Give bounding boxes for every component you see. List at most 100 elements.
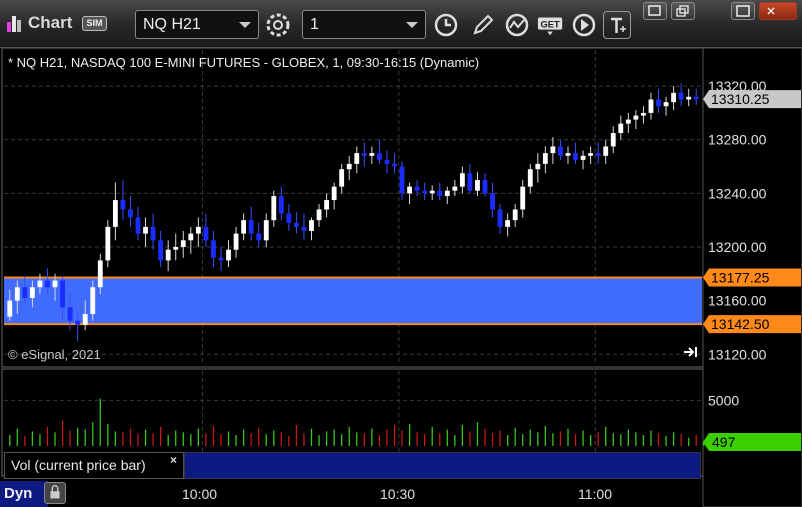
- candle-body: [399, 166, 405, 194]
- candle-body: [331, 186, 337, 201]
- chart-app-icon: [7, 14, 23, 32]
- candle-body: [143, 226, 148, 234]
- candle-body: [256, 233, 262, 241]
- text-icon[interactable]: [603, 11, 631, 39]
- chart-area[interactable]: 13320.00 13280.00 13240.00 13200.00 13160.00…: [0, 48, 802, 507]
- close-icon[interactable]: [759, 2, 797, 20]
- x-tick-label: 10:00: [182, 486, 218, 502]
- sim-badge: SIM: [82, 16, 107, 31]
- y-tick-label: 13280.00: [708, 132, 767, 148]
- candle-body: [580, 155, 586, 160]
- candle-body: [90, 287, 96, 315]
- get-label: GET: [540, 19, 559, 29]
- candle-body: [542, 153, 548, 164]
- candle-body: [550, 146, 556, 154]
- y-tick-label: 13120.00: [708, 346, 767, 362]
- y-tick-label: 13200.00: [708, 239, 767, 255]
- get-icon[interactable]: GET: [537, 11, 567, 39]
- title-bar: Chart SIM NQ H21 1 GET: [0, 0, 802, 48]
- candle-body: [309, 220, 314, 231]
- candle-body: [112, 200, 118, 227]
- candle-body: [241, 220, 247, 234]
- candle-body: [595, 153, 601, 156]
- candle-body: [467, 173, 473, 191]
- candle-body: [693, 96, 699, 100]
- candle-body: [520, 186, 526, 210]
- chart-title: * NQ H21, NASDAQ 100 E-MINI FUTURES - GL…: [8, 55, 480, 70]
- candle-body: [482, 179, 488, 194]
- candle-body: [497, 209, 503, 227]
- candle-body: [278, 196, 284, 214]
- candle-body: [648, 99, 654, 113]
- candle-body: [226, 249, 231, 261]
- candle-body: [573, 153, 578, 160]
- candle-body: [686, 96, 692, 100]
- copyright-text: © eSignal, 2021: [8, 347, 101, 362]
- candle-body: [633, 115, 639, 120]
- candle-body: [407, 186, 412, 194]
- candle-body: [7, 300, 13, 317]
- restore-icon[interactable]: [643, 2, 667, 20]
- candle-body: [67, 307, 73, 321]
- play-icon[interactable]: [570, 11, 598, 39]
- candle-body: [97, 260, 103, 288]
- candle-body: [195, 226, 201, 234]
- candle-body: [603, 146, 609, 156]
- chevron-down-icon[interactable]: [406, 22, 418, 28]
- candle-body: [316, 209, 322, 221]
- candle-body: [52, 280, 58, 288]
- volume-last-tag: 497: [712, 434, 736, 450]
- candle-body: [294, 222, 299, 227]
- candle-body: [641, 112, 646, 116]
- candle-body: [558, 146, 563, 156]
- symbol-value: NQ H21: [143, 16, 201, 33]
- candle-body: [490, 193, 495, 210]
- interval-value: 1: [310, 16, 319, 33]
- candle-body: [105, 226, 111, 261]
- close-study-icon[interactable]: ×: [170, 453, 177, 467]
- settings-gear-icon[interactable]: [264, 11, 292, 39]
- candle-body: [165, 249, 171, 261]
- candle-body: [180, 240, 186, 247]
- candle-body: [188, 233, 194, 241]
- chevron-down-icon[interactable]: [239, 22, 251, 28]
- minimize-icon[interactable]: [731, 2, 755, 20]
- study-icon[interactable]: [503, 11, 531, 39]
- chart-window: Chart SIM NQ H21 1 GET 13320.00 13280.00…: [0, 0, 802, 507]
- candle-body: [301, 226, 307, 231]
- symbol-combo[interactable]: NQ H21: [135, 10, 259, 39]
- chart-plot[interactable]: 13320.0013280.0013240.0013200.0013160.00…: [0, 48, 802, 507]
- candle-body: [535, 163, 541, 170]
- candle-body: [414, 186, 420, 191]
- dynamic-label: Dyn: [4, 485, 33, 502]
- candle-body: [671, 92, 677, 103]
- candle-body: [29, 287, 35, 298]
- candle-body: [588, 153, 594, 156]
- candle-body: [437, 190, 443, 197]
- candle-body: [22, 287, 28, 298]
- range-low-tag: 13142.50: [711, 316, 770, 332]
- candle-body: [422, 190, 428, 194]
- candle-body: [248, 220, 254, 234]
- volume-tick-label: 5000: [708, 392, 739, 408]
- candle-body: [384, 159, 390, 164]
- clock-icon[interactable]: [432, 11, 460, 39]
- y-tick-label: 13160.00: [708, 293, 767, 309]
- maximize-icon[interactable]: [671, 2, 695, 20]
- volume-study-bar: [184, 452, 701, 479]
- candle-body: [369, 153, 375, 156]
- candle-body: [14, 287, 20, 301]
- candle-body: [173, 247, 179, 250]
- pencil-icon[interactable]: [469, 11, 497, 39]
- candle-body: [218, 257, 224, 261]
- candle-body: [392, 163, 397, 167]
- volume-study-label[interactable]: Vol (current price bar): [4, 452, 184, 479]
- interval-combo[interactable]: 1: [302, 10, 426, 39]
- candle-body: [75, 320, 81, 325]
- x-tick-label: 11:00: [578, 486, 612, 502]
- dynamic-button[interactable]: Dyn: [0, 481, 48, 507]
- candle-body: [324, 200, 330, 210]
- candle-body: [512, 209, 518, 221]
- lock-icon[interactable]: [44, 482, 66, 504]
- range-zone: [4, 277, 702, 325]
